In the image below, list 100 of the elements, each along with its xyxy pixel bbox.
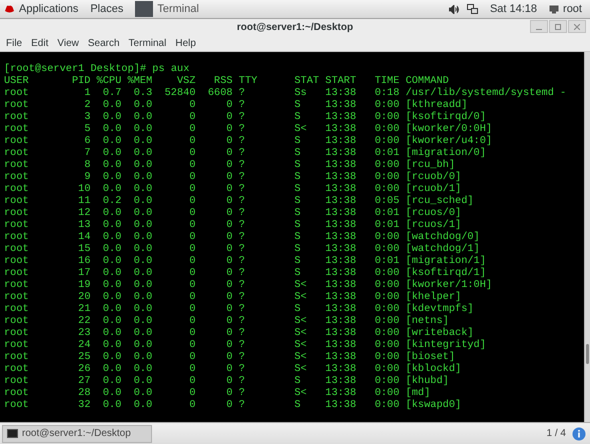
table-cell-text: 11 [77, 195, 90, 207]
table-cell-text: 0 [188, 351, 196, 363]
table-cell-text: root [4, 135, 30, 147]
table-cell-text: 0.0 [102, 159, 122, 171]
table-cell-text: 52840 [164, 87, 196, 99]
table-cell-text: S< [294, 339, 308, 351]
table-cell-text: 0 [225, 243, 233, 255]
table-cell-text: S [294, 147, 302, 159]
table-cell-text: 0.0 [132, 219, 152, 231]
table-cell-text: 0 [188, 291, 196, 303]
table-cell-text: 0 [225, 123, 233, 135]
table-cell-text: 0:01 [374, 219, 400, 231]
table-cell-text: 0 [225, 339, 233, 351]
window-thumbnail [135, 1, 154, 17]
table-cell-text: ? [238, 171, 246, 183]
table-cell-text: S< [294, 327, 308, 339]
table-cell-text: S< [294, 315, 308, 327]
table-cell-text: 0:00 [374, 123, 400, 135]
table-cell: 13:38 [325, 339, 356, 351]
table-cell-text: root [4, 171, 30, 183]
table-cell-text: 13 [77, 219, 90, 231]
table-cell-text: 0 [225, 327, 233, 339]
table-cell-text: [migration/1] [404, 255, 486, 267]
scrollbar[interactable] [584, 52, 590, 422]
menu-item[interactable]: View [57, 36, 79, 50]
table-cell-text: 0.0 [102, 207, 122, 219]
table-cell-text: 0.0 [102, 327, 122, 339]
table-cell-text: S [294, 255, 302, 267]
table-cell-text: 0.0 [132, 255, 152, 267]
table-cell-text: 6 [83, 135, 90, 147]
table-cell-text: 0 [188, 171, 196, 183]
table-cell-text: 0.0 [132, 99, 152, 111]
table-cell-text: root [4, 279, 30, 291]
speaker-icon [448, 4, 459, 14]
top-bar-menu[interactable]: Places [90, 0, 124, 18]
table-cell-text: 0.0 [132, 339, 152, 351]
table-cell-text: root [4, 195, 30, 207]
table-cell-text: 0.0 [102, 171, 122, 183]
table-cell-text: 0 [188, 135, 196, 147]
table-cell-text: 0:00 [374, 375, 400, 387]
table-cell-text: S [294, 243, 302, 255]
table-cell: 13:38 [325, 375, 356, 387]
table-cell: 13:38 [325, 315, 356, 327]
table-cell-text: 0 [188, 231, 196, 243]
table-cell: 13:38 [325, 267, 356, 279]
table-cell: 13:38 [325, 255, 356, 267]
table-cell-text: 0.0 [102, 315, 122, 327]
table-cell-text: 0 [188, 207, 196, 219]
workspace-indicator[interactable]: 1 / 4 [546, 426, 566, 441]
task-menu[interactable]: Terminal [157, 0, 199, 18]
table-cell-text: [migration/0] [404, 147, 486, 159]
table-cell-text: 0:18 [374, 87, 400, 99]
user-menu[interactable]: root [563, 0, 582, 18]
table-cell-text: root [4, 183, 30, 195]
table-cell-text: [ksoftirqd/1] [404, 267, 486, 279]
table-cell-text: ? [238, 351, 246, 363]
close-button[interactable] [568, 20, 586, 33]
table-cell-text: 0.0 [102, 375, 122, 387]
table-cell-text: 9 [83, 171, 90, 183]
scrollbar-thumb[interactable] [586, 344, 589, 364]
menu-item[interactable]: File [6, 36, 22, 50]
menu-item[interactable]: Search [88, 36, 120, 50]
maximize-button[interactable] [549, 20, 567, 33]
table-cell-text: 0 [188, 123, 196, 135]
table-cell-text: 0 [188, 267, 196, 279]
table-cell-text: 0.0 [132, 387, 152, 399]
table-cell-text: 0 [225, 219, 233, 231]
table-cell-text: 0.3 [132, 87, 152, 99]
table-cell-text: 0:00 [374, 303, 400, 315]
menu-item[interactable]: Edit [31, 36, 48, 50]
table-cell-text: [kintegrityd] [404, 339, 486, 351]
clock[interactable]: Sat 14:18 [490, 0, 538, 18]
table-cell-text: 0.0 [132, 123, 152, 135]
table-cell: 13:38 [325, 135, 356, 147]
table-cell-text: 14 [77, 231, 90, 243]
table-cell-text: root [4, 231, 30, 243]
table-cell-text: 0 [225, 147, 233, 159]
table-cell-text: root [4, 147, 30, 159]
table-cell-text: ? [238, 291, 246, 303]
top-bar-menu[interactable]: Applications [19, 0, 78, 18]
column-header: %MEM [126, 75, 152, 87]
column-header: START [325, 75, 356, 87]
table-cell-text: 32 [77, 399, 90, 411]
menu-item[interactable]: Terminal [128, 36, 166, 50]
table-cell-text: 0.0 [132, 375, 152, 387]
table-cell-text: S [294, 195, 302, 207]
table-cell: 13:38 [325, 363, 356, 375]
table-cell-text: 0 [188, 363, 196, 375]
table-cell-text: 0:00 [374, 399, 400, 411]
table-cell-text: [ksoftirqd/0] [404, 111, 486, 123]
table-cell-text: S< [294, 123, 308, 135]
taskbar-window-button[interactable]: root@server1:~/Desktop [2, 424, 152, 442]
menu-item[interactable]: Help [175, 36, 196, 50]
table-cell-text: ? [238, 195, 246, 207]
table-cell-text: 0.0 [102, 291, 122, 303]
table-cell-text: root [4, 315, 30, 327]
table-cell: 13:38 [325, 183, 356, 195]
table-cell-text: ? [238, 159, 246, 171]
table-cell-text: 0.0 [132, 399, 152, 411]
minimize-button[interactable] [530, 20, 548, 33]
